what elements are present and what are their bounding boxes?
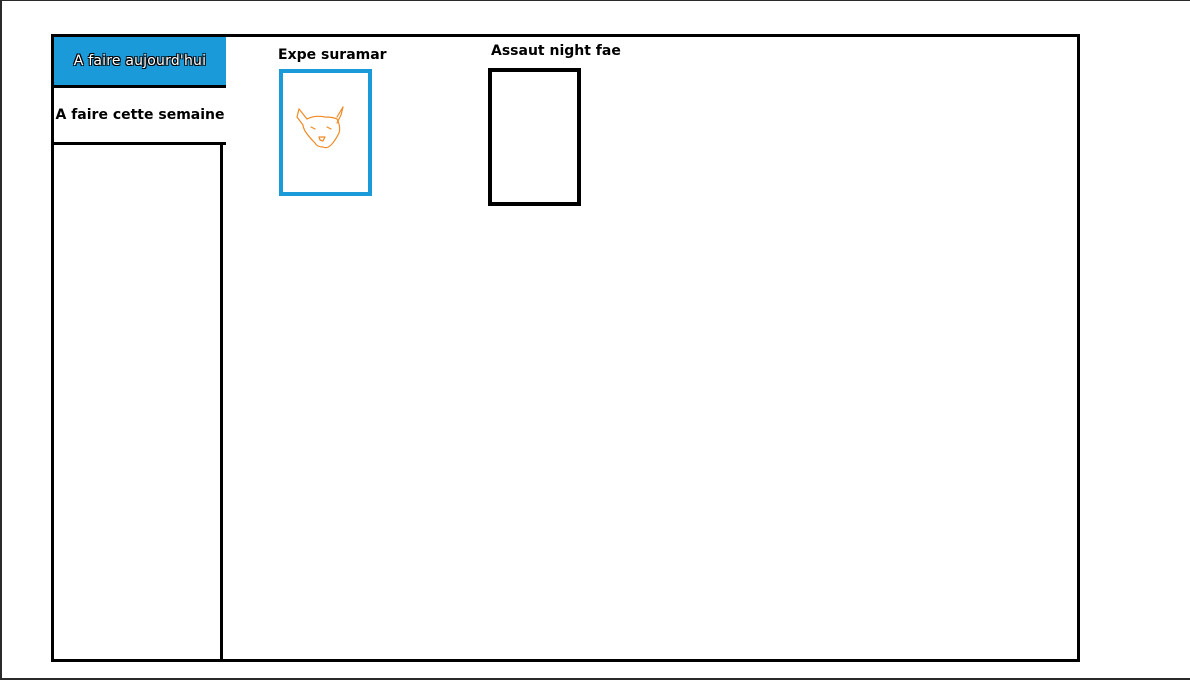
sidebar-item-this-week[interactable]: A faire cette semaine bbox=[54, 88, 226, 145]
sidebar-item-label: A faire cette semaine bbox=[55, 107, 225, 123]
sidebar-item-label: A faire aujourd'hui bbox=[73, 53, 207, 69]
sidebar: A faire aujourd'hui A faire cette semain… bbox=[54, 37, 226, 659]
card-title-expe-suramar: Expe suramar bbox=[278, 47, 387, 63]
sidebar-item-today[interactable]: A faire aujourd'hui bbox=[54, 37, 226, 88]
fox-head-icon bbox=[296, 106, 344, 149]
activity-card-assaut-night-fae[interactable] bbox=[488, 68, 581, 206]
activity-card-expe-suramar[interactable] bbox=[279, 69, 372, 196]
page-canvas: A faire aujourd'hui A faire cette semain… bbox=[0, 0, 1190, 680]
app-frame: A faire aujourd'hui A faire cette semain… bbox=[51, 34, 1080, 662]
card-title-assaut-night-fae: Assaut night fae bbox=[491, 43, 621, 59]
